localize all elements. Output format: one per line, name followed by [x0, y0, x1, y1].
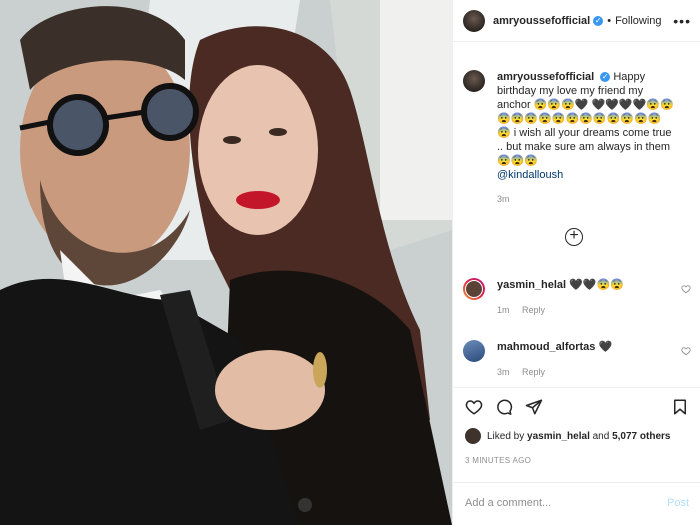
photo-illustration: [0, 0, 452, 525]
more-options-icon[interactable]: •••: [673, 13, 691, 29]
verified-badge-icon: ✓: [600, 72, 611, 83]
commenter-username[interactable]: yasmin_helal: [497, 279, 566, 291]
add-comment-bar: Add a comment... Post: [453, 482, 700, 522]
post-actions: [465, 395, 689, 419]
likes-middle: and: [592, 430, 610, 442]
reply-button[interactable]: Reply: [522, 305, 545, 315]
post-side-panel: amryoussefofficial ✓ • Following ••• amr…: [452, 0, 700, 525]
save-bookmark-icon[interactable]: [671, 398, 689, 416]
post-timestamp: 3 MINUTES AGO: [465, 456, 532, 465]
comment-bubble-icon[interactable]: [495, 398, 513, 416]
commenter-avatar[interactable]: [463, 278, 485, 300]
comment-text: 🖤🖤😨😨: [569, 279, 624, 291]
share-send-icon[interactable]: [525, 398, 543, 416]
commenter-username[interactable]: mahmoud_alfortas: [497, 341, 595, 353]
reply-button[interactable]: Reply: [522, 367, 545, 377]
caption-username[interactable]: amryoussefofficial: [497, 71, 594, 83]
like-comment-heart-icon[interactable]: [681, 346, 691, 356]
liker-avatar[interactable]: [465, 428, 481, 444]
comment-text: 🖤: [598, 341, 613, 353]
commenter-avatar[interactable]: [463, 340, 485, 362]
post-photo[interactable]: [0, 0, 452, 525]
caption-mention-link[interactable]: @kindalloush: [497, 169, 563, 181]
post-caption: amryoussefofficial ✓ Happy birthday my l…: [453, 42, 700, 206]
like-heart-icon[interactable]: [465, 398, 483, 416]
caption-timestamp: 3m: [497, 194, 510, 204]
post-comment-button[interactable]: Post: [667, 497, 689, 509]
author-username[interactable]: amryoussefofficial: [493, 15, 590, 27]
instagram-post: amryoussefofficial ✓ • Following ••• amr…: [0, 0, 700, 525]
likes-others-count[interactable]: 5,077 others: [612, 431, 670, 442]
post-header: amryoussefofficial ✓ • Following •••: [453, 0, 700, 42]
load-more-comments-button[interactable]: +: [565, 228, 583, 246]
add-comment-input[interactable]: Add a comment...: [465, 497, 551, 509]
like-comment-heart-icon[interactable]: [681, 284, 691, 294]
comment-item: mahmoud_alfortas 🖤 3m Reply: [463, 340, 691, 379]
header-separator: •: [607, 14, 612, 27]
verified-badge-icon: ✓: [593, 15, 604, 26]
comment-item: yasmin_helal 🖤🖤😨😨 1m Reply: [463, 278, 691, 317]
liker-username[interactable]: yasmin_helal: [527, 431, 590, 442]
caption-avatar[interactable]: [463, 70, 485, 92]
following-button[interactable]: Following: [615, 15, 661, 27]
likes-summary: Liked by yasmin_helal and 5,077 others: [465, 428, 670, 444]
comments-area[interactable]: amryoussefofficial ✓ Happy birthday my l…: [453, 42, 700, 388]
author-avatar[interactable]: [463, 9, 485, 32]
caption-text: Happy birthday my love my friend my anch…: [497, 71, 674, 167]
comment-timestamp: 3m: [497, 367, 510, 377]
comment-timestamp: 1m: [497, 305, 510, 315]
likes-prefix: Liked by: [487, 430, 525, 442]
